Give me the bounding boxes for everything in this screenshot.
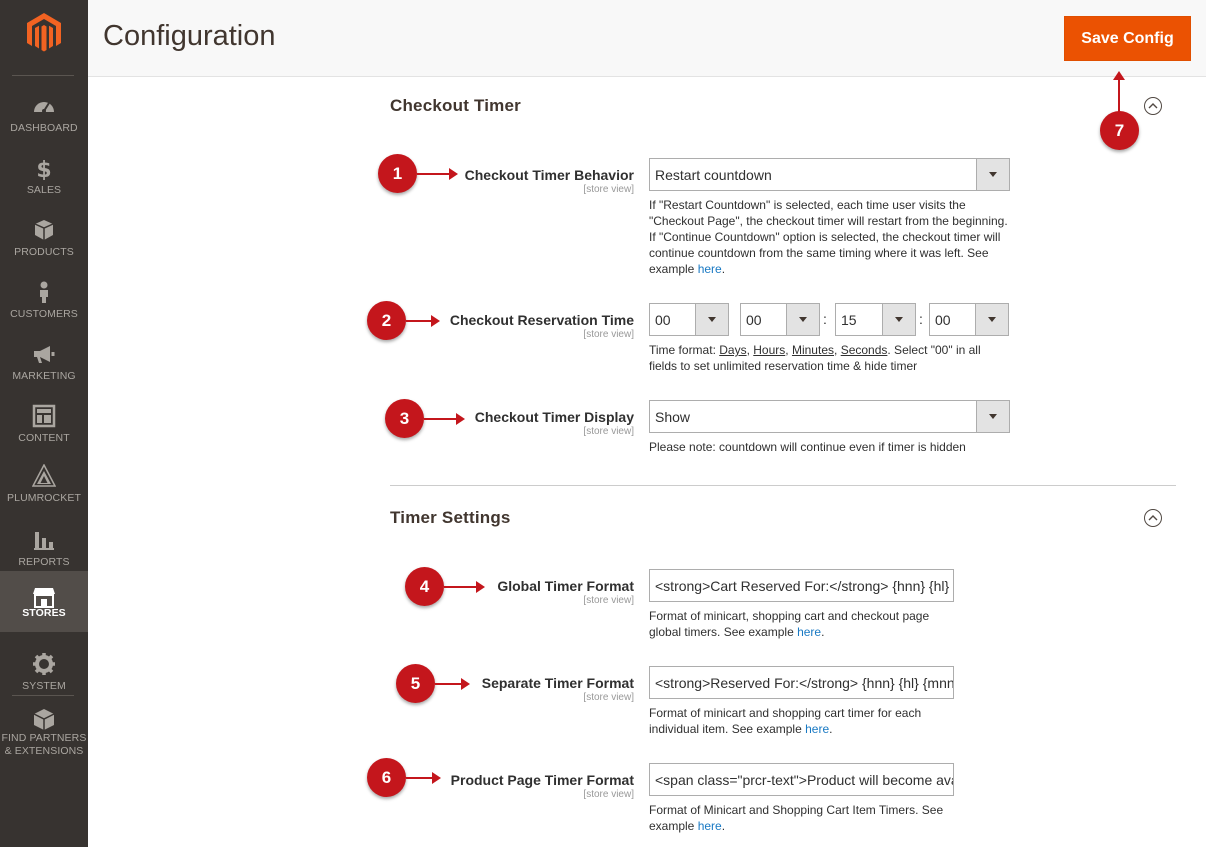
section-divider — [390, 485, 1176, 486]
global-format-label: Global Timer Format — [497, 578, 634, 594]
gear-icon — [33, 653, 55, 675]
seconds-select[interactable]: 00 — [929, 303, 1009, 336]
sidebar-item-customers[interactable]: CUSTOMERS — [0, 272, 88, 334]
time-separator: : — [919, 311, 923, 327]
dashboard-icon — [34, 102, 54, 113]
behavior-select[interactable]: Restart countdown — [649, 158, 1010, 191]
sidebar-item-content[interactable]: CONTENT — [0, 396, 88, 458]
sidebar-item-plumrocket[interactable]: PLUMROCKET — [0, 456, 88, 518]
partners-icon — [33, 709, 55, 730]
sidebar-item-products[interactable]: PRODUCTS — [0, 210, 88, 272]
annotation-badge: 6 — [367, 758, 406, 797]
svg-text:$: $ — [36, 158, 51, 180]
dollar-icon: $ — [36, 158, 51, 180]
scope-label: [store view] — [583, 692, 634, 703]
page-title: Configuration — [103, 20, 276, 52]
annotation-arrow — [424, 413, 465, 425]
separate-format-note: Format of minicart and shopping cart tim… — [649, 706, 922, 736]
product-format-label: Product Page Timer Format — [450, 772, 634, 788]
behavior-note: If "Restart Countdown" is selected, each… — [649, 198, 1008, 276]
sidebar-item-dashboard[interactable]: DASHBOARD — [0, 86, 88, 148]
annotation-arrow — [435, 678, 470, 690]
annotation-arrow — [444, 581, 485, 593]
annotation-arrow — [1113, 71, 1125, 114]
admin-sidebar: DASHBOARD $ SALES PRODUCTS CUSTOMERS MAR… — [0, 0, 88, 847]
chevron-down-icon — [975, 304, 1008, 335]
chevron-down-icon — [976, 401, 1009, 432]
sidebar-item-stores[interactable]: STORES — [0, 571, 88, 632]
hours-select[interactable]: 00 — [740, 303, 820, 336]
bar-chart-icon — [34, 532, 54, 550]
minutes-select[interactable]: 15 — [835, 303, 916, 336]
save-config-button[interactable]: Save Config — [1064, 16, 1191, 61]
time-separator: : — [823, 311, 827, 327]
store-icon — [33, 588, 55, 608]
display-select[interactable]: Show — [649, 400, 1010, 433]
section-title-timer-settings[interactable]: Timer Settings — [390, 508, 511, 528]
chevron-down-icon — [882, 304, 915, 335]
annotation-arrow — [417, 168, 458, 180]
scope-label: [store view] — [583, 789, 634, 800]
sidebar-item-sales[interactable]: $ SALES — [0, 148, 88, 210]
reservation-label: Checkout Reservation Time — [449, 312, 634, 328]
section-title-checkout-timer[interactable]: Checkout Timer — [390, 96, 521, 116]
collapse-toggle-icon[interactable] — [1144, 509, 1162, 527]
global-format-input[interactable]: <strong>Cart Reserved For:</strong> {hnn… — [649, 569, 954, 602]
example-link[interactable]: here — [698, 262, 722, 276]
annotation-badge: 7 — [1100, 111, 1139, 150]
chevron-down-icon — [976, 159, 1009, 190]
annotation-badge: 5 — [396, 664, 435, 703]
scope-label: [store view] — [583, 329, 634, 340]
scope-label: [store view] — [583, 595, 634, 606]
person-icon — [40, 281, 48, 303]
annotation-badge: 1 — [378, 154, 417, 193]
page-header: Configuration Save Config — [88, 0, 1206, 77]
sidebar-item-system[interactable]: SYSTEM — [0, 644, 88, 706]
scope-label: [store view] — [583, 426, 634, 437]
days-select[interactable]: 00 — [649, 303, 729, 336]
separate-format-label: Separate Timer Format — [481, 675, 634, 691]
behavior-label: Checkout Timer Behavior — [464, 167, 634, 183]
chevron-down-icon — [786, 304, 819, 335]
sidebar-divider — [12, 75, 74, 76]
annotation-arrow — [406, 772, 441, 784]
display-note: Please note: countdown will continue eve… — [649, 440, 966, 454]
scope-label: [store view] — [583, 184, 634, 195]
sidebar-item-find-partners[interactable]: FIND PARTNERS & EXTENSIONS — [0, 706, 88, 762]
example-link[interactable]: here — [805, 722, 829, 736]
annotation-badge: 3 — [385, 399, 424, 438]
product-format-input[interactable]: <span class="prcr-text">Product will bec… — [649, 763, 954, 796]
product-format-note: Format of Minicart and Shopping Cart Ite… — [649, 803, 944, 833]
global-format-note: Format of minicart, shopping cart and ch… — [649, 609, 930, 639]
sidebar-divider — [12, 695, 74, 696]
box-icon — [34, 220, 54, 240]
example-link[interactable]: here — [797, 625, 821, 639]
example-link[interactable]: here — [698, 819, 722, 833]
layout-icon — [32, 404, 56, 428]
annotation-badge: 2 — [367, 301, 406, 340]
plumrocket-icon — [32, 464, 56, 487]
display-label: Checkout Timer Display — [474, 409, 634, 425]
reservation-note: Time format: Days, Hours, Minutes, Secon… — [649, 343, 981, 373]
separate-format-input[interactable]: <strong>Reserved For:</strong> {hnn} {hl… — [649, 666, 954, 699]
collapse-toggle-icon[interactable] — [1144, 97, 1162, 115]
megaphone-icon — [34, 346, 55, 363]
sidebar-item-marketing[interactable]: MARKETING — [0, 334, 88, 396]
annotation-badge: 4 — [405, 567, 444, 606]
chevron-down-icon — [695, 304, 728, 335]
annotation-arrow — [406, 315, 440, 327]
magento-logo[interactable] — [26, 12, 62, 54]
